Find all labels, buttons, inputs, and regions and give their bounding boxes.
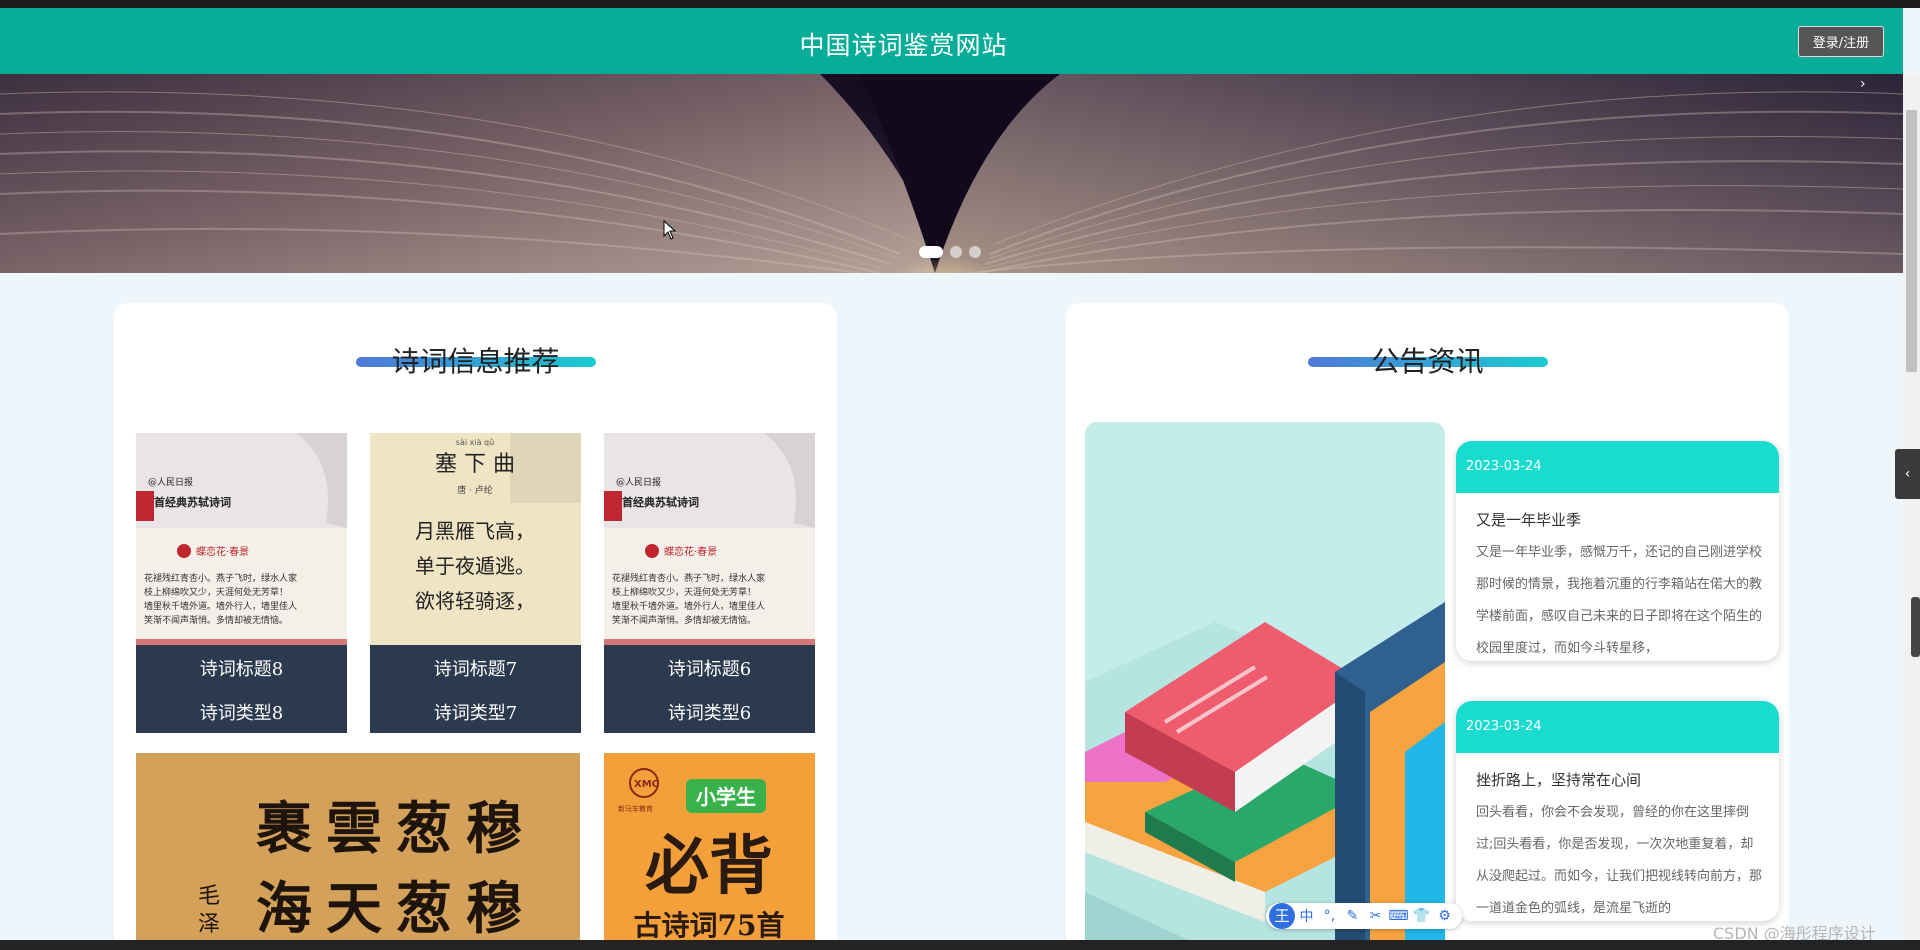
svg-text:新马车教育: 新马车教育: [618, 804, 653, 813]
news-title: 又是一年毕业季: [1476, 511, 1582, 529]
poem-card[interactable]: @人民日报 首经典苏轼诗词 蝶恋花·春景 花褪残红青杏小。燕子飞时，绿水人家 枝…: [604, 433, 815, 733]
window-top-edge: [0, 0, 1920, 8]
books-illustration: [1085, 422, 1445, 950]
site-header: 中国诗词鉴赏网站 登录/注册: [0, 8, 1903, 74]
poem-info: 诗词标题6 诗词类型6: [604, 645, 815, 733]
svg-text:枝上柳绵吹又少，天涯何处无芳草！: 枝上柳绵吹又少，天涯何处无芳草！: [612, 586, 756, 598]
news-title: 挫折路上，坚持常在心间: [1476, 771, 1642, 789]
svg-text:泽: 泽: [198, 912, 220, 937]
svg-text:@人民日报: @人民日报: [616, 476, 661, 488]
svg-text:墙里秋千墙外道。墙外行人，墙里佳人: 墙里秋千墙外道。墙外行人，墙里佳人: [144, 600, 297, 612]
svg-text:蝶恋花·春景: 蝶恋花·春景: [664, 545, 717, 558]
poem-cover-image: @人民日报 首经典苏轼诗词 蝶恋花·春景 花褪残红青杏小。燕子飞时，绿水人家 枝…: [604, 433, 815, 645]
svg-text:笑渐不闻声渐悄。多情却被无情恼。: 笑渐不闻声渐悄。多情却被无情恼。: [144, 614, 288, 626]
poem-section-header: 诗词信息推荐: [114, 337, 837, 378]
svg-text:sài xià qǔ: sài xià qǔ: [456, 438, 494, 447]
svg-text:@人民日报: @人民日报: [148, 476, 193, 488]
calligraphy-image: 裹雲葱穆 海天葱穆 毛 泽: [136, 753, 580, 950]
svg-text:笑渐不闻声渐悄。多情却被无情恼。: 笑渐不闻声渐悄。多情却被无情恼。: [612, 614, 756, 626]
svg-text:唐 · 卢纶: 唐 · 卢纶: [457, 484, 493, 496]
ime-logo-icon[interactable]: 王: [1269, 903, 1295, 929]
poem-title: 诗词标题7: [433, 659, 518, 680]
ime-punctuation-icon[interactable]: °,: [1318, 908, 1341, 924]
ime-chinese-mode[interactable]: 中: [1295, 906, 1318, 926]
poem-section-title: 诗词信息推荐: [391, 345, 560, 378]
svg-text:首经典苏轼诗词: 首经典苏轼诗词: [154, 495, 231, 509]
poem-info: 诗词标题8 诗词类型8: [136, 645, 347, 733]
poem-cover-image: sài xià qǔ 塞 下 曲 唐 · 卢纶 月黑雁飞高， 单于夜遁逃。 欲将…: [370, 433, 581, 645]
svg-text:蝶恋花·春景: 蝶恋花·春景: [196, 545, 249, 558]
login-register-button[interactable]: 登录/注册: [1798, 26, 1884, 57]
book-cover-image: XMC 新马车教育 小学生 必背 古诗词75首: [604, 753, 815, 950]
svg-text:海天葱穆: 海天葱穆: [256, 876, 536, 942]
svg-text:必背: 必背: [645, 829, 773, 904]
banner-next-arrow[interactable]: ›: [1860, 76, 1866, 92]
poem-card[interactable]: sài xià qǔ 塞 下 曲 唐 · 卢纶 月黑雁飞高， 单于夜遁逃。 欲将…: [370, 433, 581, 733]
side-panel-toggle[interactable]: ‹: [1895, 449, 1920, 499]
svg-text:枝上柳绵吹又少，天涯何处无芳草！: 枝上柳绵吹又少，天涯何处无芳草！: [144, 586, 288, 598]
mouse-cursor-icon: [663, 220, 677, 240]
site-title: 中国诗词鉴赏网站: [799, 31, 1008, 60]
carousel-dots: [919, 246, 981, 258]
poem-calligraphy-poster[interactable]: 裹雲葱穆 海天葱穆 毛 泽: [136, 753, 580, 950]
svg-text:首经典苏轼诗词: 首经典苏轼诗词: [622, 495, 699, 509]
news-section-title: 公告资讯: [1371, 345, 1484, 378]
poem-type: 诗词类型7: [433, 703, 518, 724]
svg-text:花褪残红青杏小。燕子飞时，绿水人家: 花褪残红青杏小。燕子飞时，绿水人家: [612, 572, 765, 584]
news-date: 2023-03-24: [1456, 701, 1779, 753]
ime-handwriting-icon[interactable]: ✎: [1341, 908, 1364, 924]
svg-text:欲将轻骑逐，: 欲将轻骑逐，: [415, 589, 535, 613]
poem-title: 诗词标题6: [667, 659, 752, 680]
poem-type: 诗词类型6: [667, 703, 752, 724]
svg-text:塞 下 曲: 塞 下 曲: [435, 452, 515, 477]
svg-text:古诗词75首: 古诗词75首: [634, 909, 785, 942]
poem-card[interactable]: @人民日报 首经典苏轼诗词 蝶恋花·春景 花褪残红青杏小。燕子飞时，绿水人家 枝…: [136, 433, 347, 733]
ime-scissors-icon[interactable]: ✂: [1364, 908, 1387, 924]
ime-keyboard-icon[interactable]: ⌨: [1387, 908, 1410, 924]
side-widget-strip[interactable]: [1911, 597, 1920, 657]
svg-text:月黑雁飞高，: 月黑雁飞高，: [415, 519, 535, 543]
svg-text:小学生: 小学生: [696, 785, 756, 809]
poem-title: 诗词标题8: [199, 659, 284, 680]
poem-type: 诗词类型8: [199, 703, 284, 724]
poem-info: 诗词标题7 诗词类型7: [370, 645, 581, 733]
svg-text:花褪残红青杏小。燕子飞时，绿水人家: 花褪残红青杏小。燕子飞时，绿水人家: [144, 572, 297, 584]
ime-skin-icon[interactable]: 👕: [1410, 908, 1433, 924]
page-scrollbar-thumb[interactable]: [1906, 110, 1917, 372]
poem-book-poster[interactable]: XMC 新马车教育 小学生 必背 古诗词75首: [604, 753, 815, 950]
news-section-header: 公告资讯: [1066, 337, 1789, 378]
news-excerpt: 又是一年毕业季，感慨万千，还记的自己刚进学校那时候的情景，我拖着沉重的行李箱站在…: [1476, 545, 1763, 656]
news-date: 2023-03-24: [1456, 441, 1779, 493]
taskbar-edge: [0, 940, 1920, 950]
svg-text:单于夜遁逃。: 单于夜遁逃。: [415, 554, 535, 578]
poem-recommend-panel: 诗词信息推荐 @人民日报 首经典苏轼诗词 蝶恋花·春景 花褪残红青杏小。燕子飞时…: [114, 303, 837, 950]
svg-text:墙里秋千墙外道。墙外行人，墙里佳人: 墙里秋千墙外道。墙外行人，墙里佳人: [612, 600, 765, 612]
banner-carousel[interactable]: ›: [0, 74, 1903, 273]
svg-text:XMC: XMC: [634, 779, 659, 790]
news-excerpt: 回头看看，你会不会发现，曾经的你在这里摔倒过;回头看看，你是否发现，一次次地重复…: [1476, 805, 1763, 916]
ime-toolbar[interactable]: 王 中 °, ✎ ✂ ⌨ 👕 ⚙: [1266, 903, 1462, 929]
poem-cover-image: @人民日报 首经典苏轼诗词 蝶恋花·春景 花褪残红青杏小。燕子飞时，绿水人家 枝…: [136, 433, 347, 645]
news-panel: 公告资讯 2023-03-24 又是一年毕业季 又是一年毕业季，感慨万千，还记的…: [1066, 303, 1789, 950]
news-hero-image[interactable]: [1085, 422, 1445, 950]
news-card[interactable]: 2023-03-24 又是一年毕业季 又是一年毕业季，感慨万千，还记的自己刚进学…: [1456, 441, 1779, 661]
ime-settings-icon[interactable]: ⚙: [1433, 908, 1456, 924]
carousel-dot-3[interactable]: [969, 246, 981, 258]
news-card[interactable]: 2023-03-24 挫折路上，坚持常在心间 回头看看，你会不会发现，曾经的你在…: [1456, 701, 1779, 921]
svg-text:裹雲葱穆: 裹雲葱穆: [256, 796, 536, 862]
carousel-dot-2[interactable]: [950, 246, 962, 258]
svg-text:毛: 毛: [198, 884, 220, 909]
banner-book-image: [0, 74, 1903, 273]
carousel-dot-1[interactable]: [919, 246, 943, 258]
